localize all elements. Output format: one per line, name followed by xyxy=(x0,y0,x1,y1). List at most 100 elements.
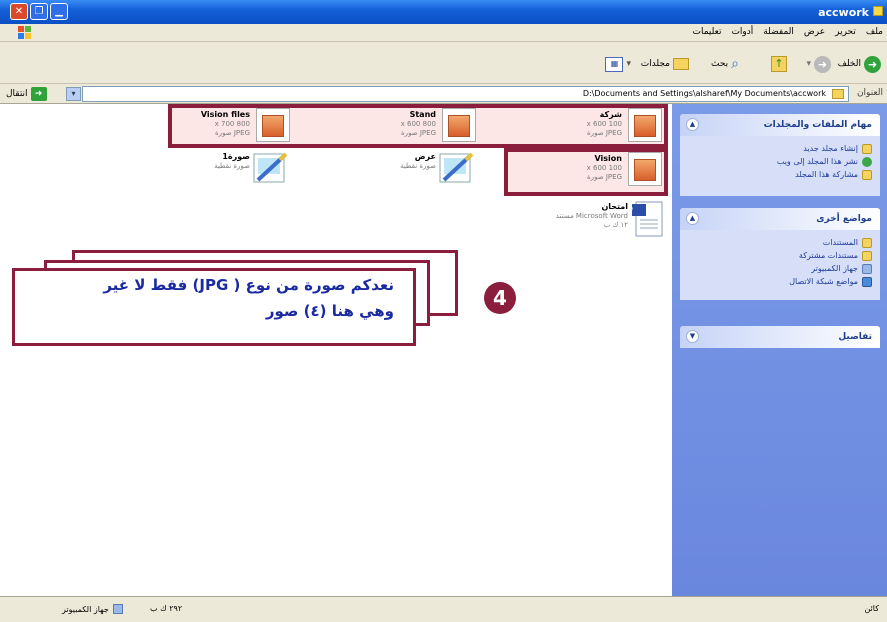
up-folder-button[interactable]: ↑ xyxy=(771,54,787,74)
status-bar: جهاز الكمبيوتر ٢٩٢ ك ب كائن xyxy=(0,596,887,622)
file-name: Vision files xyxy=(200,110,250,119)
panel-header[interactable]: تفاصيل ▼ xyxy=(680,326,880,348)
file-item[interactable]: W امتحان Microsoft Word مستند١٢ ك ب xyxy=(520,200,668,240)
callout-line-2: وهي هنا (٤) صور xyxy=(265,302,394,320)
go-arrow-icon: ➜ xyxy=(30,87,47,101)
folders-label: مجلدات xyxy=(640,59,670,69)
go-label: انتقال xyxy=(6,89,28,99)
menu-favorites[interactable]: المفضلة xyxy=(763,27,794,37)
file-item[interactable]: Stand 800 x 600 JPEG صورة xyxy=(354,108,476,148)
svg-text:W: W xyxy=(630,207,633,217)
status-computer: جهاز الكمبيوتر xyxy=(62,604,123,614)
menu-tools[interactable]: أدوات xyxy=(731,27,753,37)
menu-view[interactable]: عرض xyxy=(804,27,825,37)
file-list-pane: شركة 100 x 600 JPEG صورة Stand 800 x 600 J… xyxy=(0,104,672,596)
file-name: Stand xyxy=(409,110,436,119)
file-details: 100 x 600 JPEG صورة xyxy=(586,120,622,137)
file-item[interactable]: Vision 100 x 600 JPEG صورة xyxy=(540,152,662,192)
close-button[interactable]: ✕ xyxy=(10,3,28,20)
panel-title: تفاصيل xyxy=(838,332,872,342)
go-button[interactable]: انتقال ➜ xyxy=(6,87,47,101)
task-share-folder[interactable]: مشاركة هذا المجلد xyxy=(688,168,872,181)
other-places-panel: مواضع أخرى ▲ المستندات مستندات مشتركة جه… xyxy=(680,208,880,300)
file-details: صورة نقطية xyxy=(214,162,250,170)
task-publish-web[interactable]: نشر هذا المجلد إلى ويب xyxy=(688,155,872,168)
file-item[interactable]: صورة1 صورة نقطية xyxy=(168,150,290,190)
address-path: D:\Documents and Settings\alsharef\My Do… xyxy=(582,89,826,98)
address-label: العنوان xyxy=(856,88,883,98)
expand-chevron-icon[interactable]: ▼ xyxy=(686,330,699,343)
window-title: accwork xyxy=(818,6,869,19)
search-button[interactable]: بحث ⌕ xyxy=(711,54,739,74)
maximize-button[interactable]: ❐ xyxy=(30,3,48,20)
computer-icon xyxy=(112,604,123,614)
address-input[interactable]: D:\Documents and Settings\alsharef\My Do… xyxy=(82,86,849,102)
task-pane: مهام الملفات والمجلدات ▲ إنشاء مجلد جديد… xyxy=(672,104,887,596)
share-folder-icon xyxy=(862,169,872,180)
jpg-thumbnail-icon xyxy=(628,108,662,142)
jpg-thumbnail-icon xyxy=(628,152,662,186)
jpg-thumbnail-icon xyxy=(442,108,476,142)
forward-arrow-icon: ➜ xyxy=(814,55,831,73)
back-button[interactable]: الخلف ➜ xyxy=(838,54,881,74)
new-folder-icon xyxy=(862,143,872,154)
paint-bitmap-icon xyxy=(253,152,288,183)
panel-header[interactable]: مواضع أخرى ▲ xyxy=(680,208,880,230)
panel-title: مهام الملفات والمجلدات xyxy=(763,120,872,130)
file-details: Microsoft Word مستند ١٢ ك ب xyxy=(555,212,628,229)
file-name: شركة xyxy=(599,110,622,119)
file-details: 800 x 700 JPEG صورة xyxy=(214,120,250,137)
back-label: الخلف xyxy=(837,59,861,69)
explorer-window: ✕ ❐ ▁ accwork ملف تحرير عرض المفضلة أدوا… xyxy=(0,0,887,622)
status-object-count: كائن xyxy=(864,604,879,613)
file-details: 800 x 600 JPEG صورة xyxy=(400,120,436,137)
menu-bar: ملف تحرير عرض المفضلة أدوات تعليمات xyxy=(0,24,887,42)
task-new-folder[interactable]: إنشاء مجلد جديد xyxy=(688,142,872,155)
callout-text: نعدكم صورة من نوع ( JPG) فقط لا غير وهي … xyxy=(22,272,394,324)
up-folder-icon: ↑ xyxy=(771,56,787,72)
file-folder-tasks-panel: مهام الملفات والمجلدات ▲ إنشاء مجلد جديد… xyxy=(680,114,880,196)
file-item[interactable]: عرض صورة نقطية xyxy=(354,150,476,190)
place-network[interactable]: مواضع شبكة الاتصال xyxy=(688,275,872,288)
file-item[interactable]: شركة 100 x 600 JPEG صورة xyxy=(540,108,662,148)
views-button[interactable]: ▦ ▾ xyxy=(605,54,631,74)
menu-file[interactable]: ملف xyxy=(866,27,883,37)
callout-line-1: نعدكم صورة من نوع ( JPG) فقط لا غير xyxy=(103,276,394,294)
address-dropdown-button[interactable]: ▾ xyxy=(66,87,81,101)
file-name: Vision xyxy=(594,154,623,163)
collapse-chevron-icon[interactable]: ▲ xyxy=(686,212,699,225)
toolbar: الخلف ➜ ▾ ➜ ↑ بحث ⌕ مجلدات ▦ ▾ xyxy=(0,42,887,84)
file-item[interactable]: Vision files 800 x 700 JPEG صورة xyxy=(168,108,290,148)
network-icon xyxy=(862,276,872,287)
file-name: امتحان xyxy=(601,202,628,211)
menu-edit[interactable]: تحرير xyxy=(835,27,856,37)
place-my-computer[interactable]: جهاز الكمبيوتر xyxy=(688,262,872,275)
panel-header[interactable]: مهام الملفات والمجلدات ▲ xyxy=(680,114,880,136)
windows-logo-icon xyxy=(18,26,32,40)
forward-button[interactable]: ▾ ➜ xyxy=(806,54,831,74)
panel-title: مواضع أخرى xyxy=(816,214,872,224)
globe-icon xyxy=(862,156,872,167)
search-label: بحث xyxy=(711,59,729,69)
minimize-button[interactable]: ▁ xyxy=(50,3,68,20)
details-panel: تفاصيل ▼ xyxy=(680,326,880,348)
paint-bitmap-icon xyxy=(439,152,474,183)
place-shared-documents[interactable]: مستندات مشتركة xyxy=(688,249,872,262)
step-number-badge: 4 xyxy=(484,282,516,314)
address-bar: العنوان D:\Documents and Settings\alshar… xyxy=(0,84,887,104)
file-details: صورة نقطية xyxy=(400,162,436,170)
jpg-thumbnail-icon xyxy=(256,108,290,142)
menu-help[interactable]: تعليمات xyxy=(692,27,721,37)
place-my-documents[interactable]: المستندات xyxy=(688,236,872,249)
folder-icon xyxy=(832,89,844,99)
word-document-icon: W xyxy=(630,201,663,237)
search-icon: ⌕ xyxy=(731,56,739,72)
status-size: ٢٩٢ ك ب xyxy=(150,604,183,613)
computer-icon xyxy=(862,263,872,274)
folders-button[interactable]: مجلدات xyxy=(641,54,689,74)
collapse-chevron-icon[interactable]: ▲ xyxy=(686,118,699,131)
title-bar[interactable]: ✕ ❐ ▁ accwork xyxy=(0,0,887,24)
file-name: صورة1 xyxy=(222,152,250,161)
folder-icon xyxy=(873,6,883,16)
documents-folder-icon xyxy=(862,237,872,248)
